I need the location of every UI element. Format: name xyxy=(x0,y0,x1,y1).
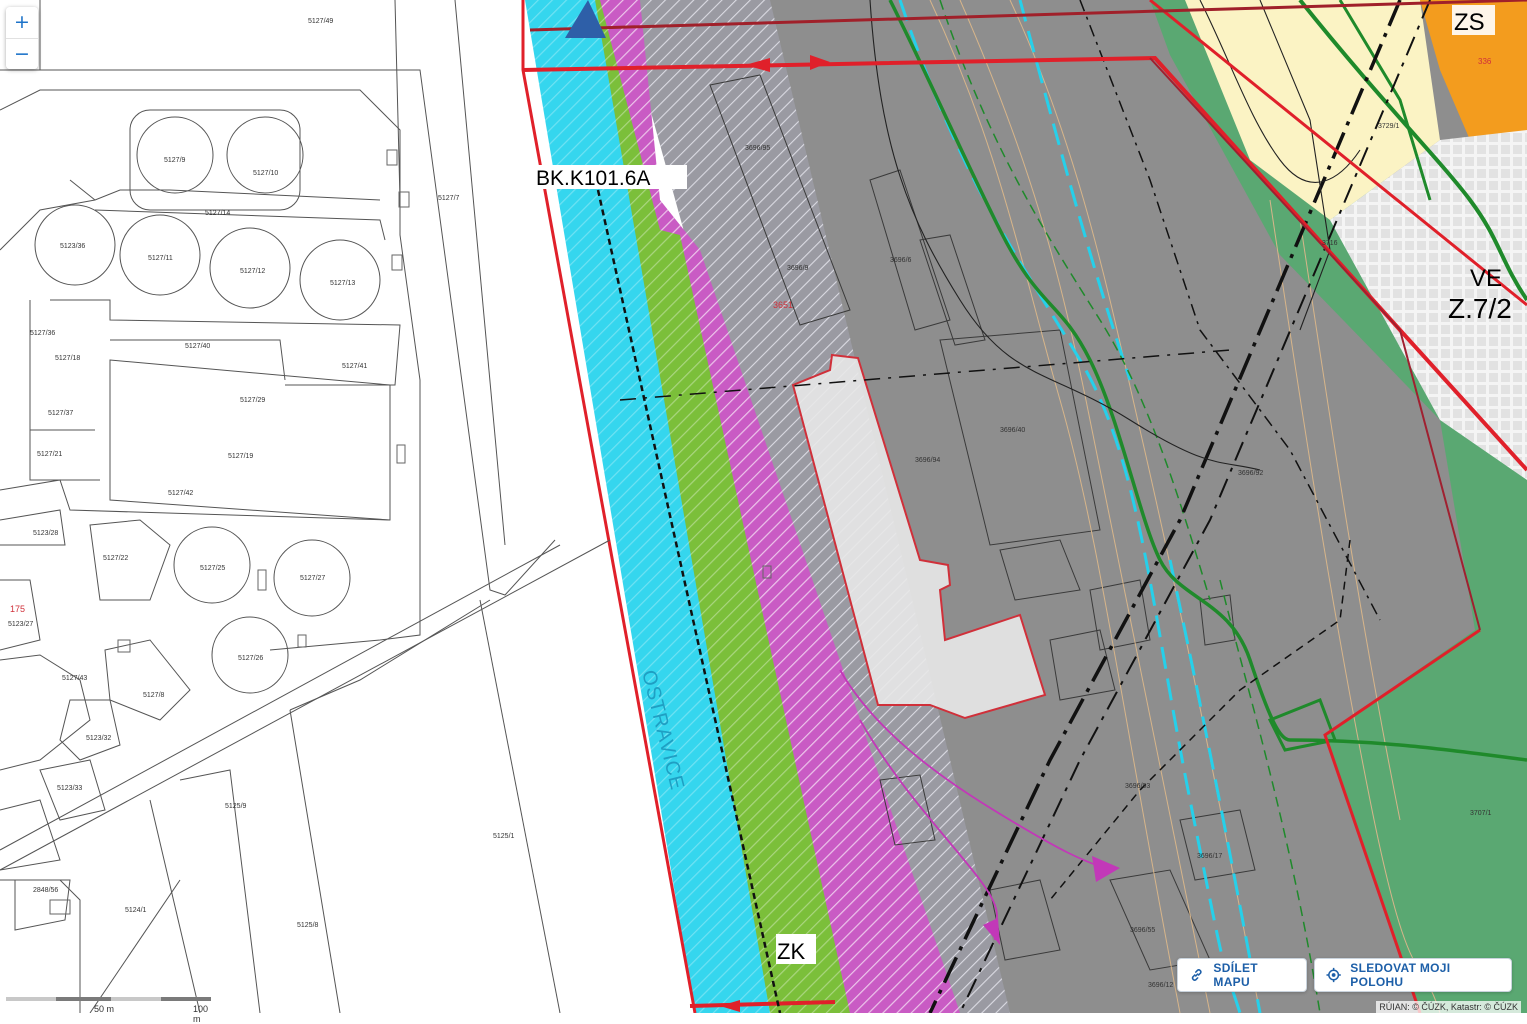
svg-text:5127/43: 5127/43 xyxy=(62,675,87,682)
map-canvas[interactable]: 5127/49 5127/9 5127/10 5127/14 5127/7 51… xyxy=(0,0,1527,1013)
svg-text:5125/9: 5125/9 xyxy=(225,803,247,810)
zone-label-bk: BK.K101.6A xyxy=(536,167,650,190)
map-layers: 5127/49 5127/9 5127/10 5127/14 5127/7 51… xyxy=(0,0,1527,1013)
svg-text:5127/41: 5127/41 xyxy=(342,363,367,370)
svg-text:3696/40: 3696/40 xyxy=(1000,427,1025,434)
cadastral-parcels xyxy=(0,0,611,1013)
scale-segment xyxy=(161,997,211,1001)
svg-text:5127/26: 5127/26 xyxy=(238,655,263,662)
svg-text:3696/17: 3696/17 xyxy=(1197,853,1222,860)
svg-text:3716: 3716 xyxy=(1322,240,1338,247)
svg-text:3696/55: 3696/55 xyxy=(1130,927,1155,934)
svg-text:5123/27: 5123/27 xyxy=(8,621,33,628)
svg-text:5127/14: 5127/14 xyxy=(205,210,230,217)
svg-text:3707/1: 3707/1 xyxy=(1470,810,1492,817)
svg-text:3696/12: 3696/12 xyxy=(1148,982,1173,989)
svg-text:3696/92: 3696/92 xyxy=(1238,470,1263,477)
scale-segment xyxy=(56,997,111,1001)
svg-text:5127/11: 5127/11 xyxy=(148,255,173,262)
share-map-button[interactable]: SDÍLET MAPU xyxy=(1177,958,1307,992)
scale-bar: 50 m 100 m xyxy=(6,997,216,1024)
svg-text:5127/37: 5127/37 xyxy=(48,410,73,417)
zoom-out-button[interactable]: − xyxy=(6,39,38,69)
svg-text:5124/1: 5124/1 xyxy=(125,907,147,914)
svg-text:5127/8: 5127/8 xyxy=(143,692,165,699)
track-location-button[interactable]: SLEDOVAT MOJI POLOHU xyxy=(1314,958,1512,992)
svg-text:5123/28: 5123/28 xyxy=(33,530,58,537)
svg-text:3696/93: 3696/93 xyxy=(1125,783,1150,790)
svg-text:3729/1: 3729/1 xyxy=(1378,123,1400,130)
share-map-label: SDÍLET MAPU xyxy=(1213,961,1258,989)
zoom-control: + − xyxy=(6,7,38,69)
crosshair-icon xyxy=(1326,967,1341,983)
svg-text:5127/10: 5127/10 xyxy=(253,170,278,177)
svg-text:5127/36: 5127/36 xyxy=(30,330,55,337)
svg-text:3696/95: 3696/95 xyxy=(745,145,770,152)
svg-text:5127/12: 5127/12 xyxy=(240,268,265,275)
svg-text:3696/94: 3696/94 xyxy=(915,457,940,464)
track-location-label: SLEDOVAT MOJI POLOHU xyxy=(1350,961,1451,989)
svg-text:5127/22: 5127/22 xyxy=(103,555,128,562)
zone-label-zk: ZK xyxy=(777,939,805,964)
svg-text:2848/56: 2848/56 xyxy=(33,887,58,894)
svg-text:5125/8: 5125/8 xyxy=(297,922,319,929)
svg-text:5127/42: 5127/42 xyxy=(168,490,193,497)
zone-label-zs: ZS xyxy=(1454,9,1485,36)
map-attribution: RÚIAN: © ČÚZK, Katastr: © ČÚZK xyxy=(1376,1001,1521,1013)
svg-text:336: 336 xyxy=(1478,57,1492,66)
svg-text:5127/29: 5127/29 xyxy=(240,397,265,404)
scale-segment xyxy=(6,997,56,1001)
svg-text:3651: 3651 xyxy=(773,300,793,310)
svg-text:5127/7: 5127/7 xyxy=(438,195,460,202)
svg-text:5123/32: 5123/32 xyxy=(86,735,111,742)
parcel-number-labels: 5127/49 5127/9 5127/10 5127/14 5127/7 51… xyxy=(8,18,515,929)
zone-label-z72: Z.7/2 xyxy=(1448,293,1512,324)
svg-text:5127/19: 5127/19 xyxy=(228,453,253,460)
svg-text:5127/49: 5127/49 xyxy=(308,18,333,25)
svg-text:5123/36: 5123/36 xyxy=(60,243,85,250)
svg-text:175: 175 xyxy=(10,604,25,614)
svg-text:5125/1: 5125/1 xyxy=(493,833,515,840)
scale-segment xyxy=(111,997,161,1001)
link-icon xyxy=(1191,969,1202,981)
svg-text:5127/40: 5127/40 xyxy=(185,343,210,350)
zoom-in-button[interactable]: + xyxy=(6,7,38,38)
svg-text:3696/9: 3696/9 xyxy=(787,265,809,272)
svg-text:5127/9: 5127/9 xyxy=(164,157,186,164)
zone-label-ve: VE xyxy=(1470,265,1502,292)
svg-text:5123/33: 5123/33 xyxy=(57,785,82,792)
svg-text:5127/18: 5127/18 xyxy=(55,355,80,362)
svg-text:5127/27: 5127/27 xyxy=(300,575,325,582)
scale-label-100: 100 m xyxy=(193,1004,209,1024)
svg-text:3696/6: 3696/6 xyxy=(890,257,912,264)
svg-text:5127/13: 5127/13 xyxy=(330,280,355,287)
svg-text:5127/21: 5127/21 xyxy=(37,451,62,458)
svg-text:5127/25: 5127/25 xyxy=(200,565,225,572)
